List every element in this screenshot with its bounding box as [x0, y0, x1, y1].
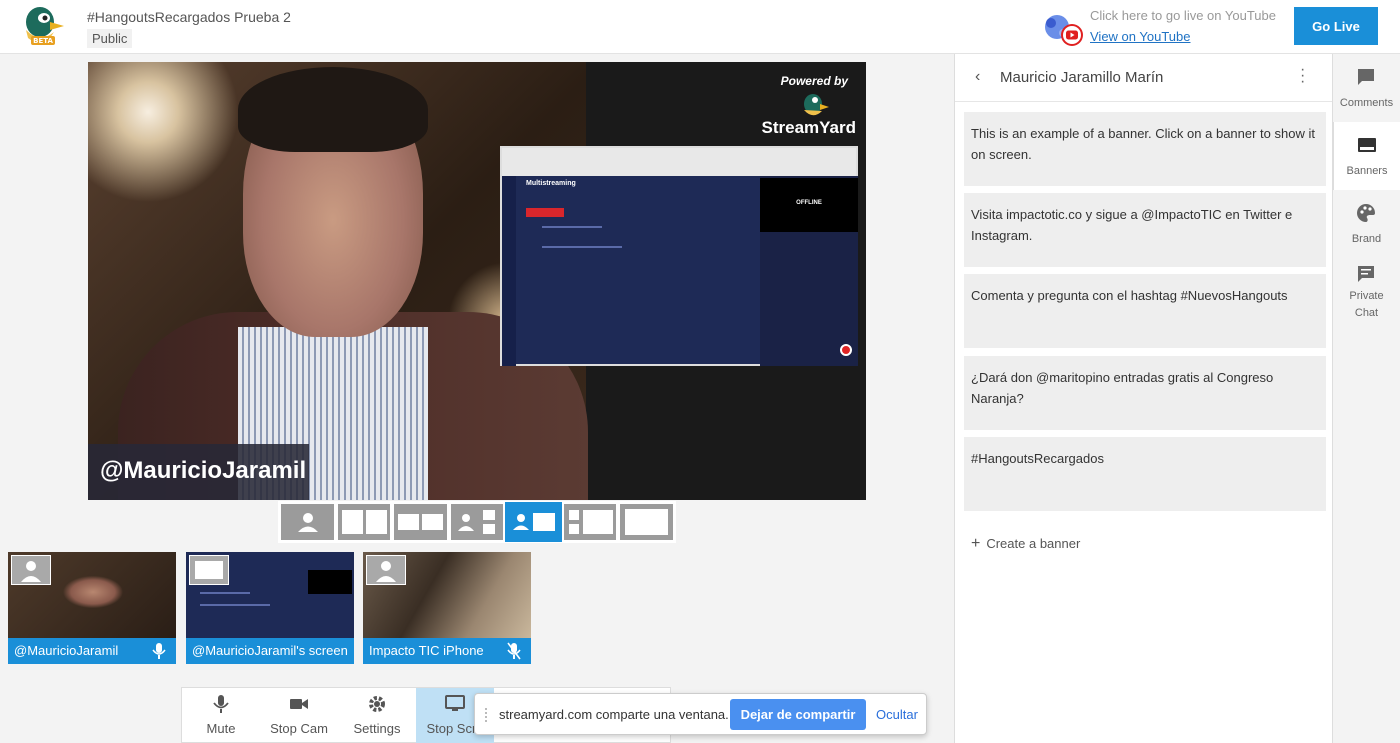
tab-comments-label: Comments [1339, 97, 1394, 109]
top-header: BETA #HangoutsRecargados Prueba 2 Public… [0, 0, 1400, 54]
banner-icon [1358, 138, 1376, 152]
mute-button[interactable]: Mute [182, 688, 260, 743]
gear-icon [369, 696, 385, 712]
layout-screen-stack[interactable] [563, 504, 617, 540]
layout-two-split[interactable] [337, 504, 391, 540]
mic-icon[interactable] [152, 642, 166, 660]
add-to-stream-icon[interactable] [366, 555, 406, 585]
tab-brand-label: Brand [1351, 233, 1382, 245]
plus-icon: + [971, 535, 981, 552]
layout-solo[interactable] [281, 504, 334, 540]
view-on-youtube-link[interactable]: View on YouTube [1090, 29, 1190, 44]
mic-off-icon[interactable] [507, 642, 521, 660]
add-to-stream-icon[interactable] [189, 555, 229, 585]
comment-icon [1358, 69, 1374, 85]
stop-cam-label: Stop Cam [270, 721, 328, 736]
banner-item[interactable]: This is an example of a banner. Click on… [964, 112, 1326, 186]
shared-red-button [526, 208, 564, 217]
drag-handle-icon[interactable] [485, 708, 490, 722]
layout-two-split-small[interactable] [394, 504, 447, 540]
go-live-button[interactable]: Go Live [1294, 7, 1378, 45]
stream-stage: Powered by StreamYard Multistreaming OFF… [88, 62, 866, 500]
name-overlay: @MauricioJaramil [88, 444, 309, 500]
tab-comments[interactable]: Comments [1333, 54, 1400, 122]
source-thumbnail-phone[interactable]: Impacto TIC iPhone [363, 552, 531, 664]
shared-offline-preview: OFFLINE [760, 178, 858, 232]
streamyard-brand-icon [804, 94, 829, 116]
beta-badge: BETA [33, 37, 53, 45]
go-live-hint: Click here to go live on YouTube [1090, 8, 1276, 23]
shared-stop-icon [840, 344, 852, 356]
settings-label: Settings [353, 721, 401, 736]
tab-brand[interactable]: Brand [1333, 190, 1400, 258]
palette-icon [1357, 204, 1375, 222]
stop-sharing-button[interactable]: Dejar de compartir [730, 699, 866, 730]
thumbnail-label: @MauricioJaramil [8, 638, 176, 664]
shared-screen: Multistreaming OFFLINE [500, 146, 858, 366]
layout-selector [278, 501, 676, 543]
banner-item[interactable]: Comenta y pregunta con el hashtag #Nuevo… [964, 274, 1326, 348]
person-icon [298, 513, 318, 532]
camera-icon [290, 699, 308, 709]
layout-screen-only[interactable] [620, 504, 674, 540]
thumbnail-label: Impacto TIC iPhone [363, 638, 531, 664]
tab-banners[interactable]: Banners [1333, 122, 1400, 190]
powered-by-label: Powered by [780, 74, 848, 88]
create-banner-button[interactable]: + Create a banner [971, 535, 1080, 553]
layout-picture-screen[interactable] [505, 502, 562, 542]
back-chevron-icon[interactable]: ‹ [975, 68, 980, 86]
shared-title: Multistreaming [526, 180, 576, 187]
banner-item[interactable]: Visita impactotic.co y sigue a @ImpactoT… [964, 193, 1326, 267]
thumbnail-label: @MauricioJaramil's screen [186, 638, 354, 664]
hide-notice-link[interactable]: Ocultar [876, 707, 918, 722]
person-icon [513, 514, 530, 530]
shared-browser-bar [502, 148, 856, 176]
person-hair [238, 67, 428, 152]
side-tab-rail: Comments Banners Brand Private Chat [1333, 54, 1400, 743]
monitor-icon [445, 695, 465, 711]
source-thumbnail-screen[interactable]: @MauricioJaramil's screen [186, 552, 354, 664]
banners-panel: ‹ Mauricio Jaramillo Marín · · · This is a… [954, 54, 1333, 743]
mic-icon [213, 695, 229, 713]
share-notice-text: streamyard.com comparte una ventana. [499, 707, 729, 722]
create-banner-label: Create a banner [986, 536, 1081, 551]
tab-banners-label: Banners [1346, 165, 1388, 177]
banner-item[interactable]: ¿Dará don @maritopino entradas gratis al… [964, 356, 1326, 430]
youtube-destination-icon [1045, 15, 1083, 46]
shared-line [542, 246, 622, 248]
shared-sidebar [502, 176, 516, 366]
shared-line [542, 226, 602, 228]
screen-share-notice: streamyard.com comparte una ventana. Dej… [474, 693, 927, 735]
stop-cam-button[interactable]: Stop Cam [260, 688, 338, 743]
tab-private-chat-label: Private Chat [1349, 290, 1384, 319]
more-options-icon[interactable]: · · · [1300, 62, 1306, 90]
streamyard-brand-name: StreamYard [761, 118, 857, 137]
banner-item[interactable]: #HangoutsRecargados [964, 437, 1326, 511]
layout-sidebar-stack[interactable] [450, 504, 504, 540]
tab-private-chat[interactable]: Private Chat [1333, 258, 1400, 334]
visibility-badge: Public [87, 29, 133, 48]
person-icon [457, 514, 474, 531]
broadcast-title[interactable]: #HangoutsRecargados Prueba 2 [87, 9, 291, 25]
settings-button[interactable]: Settings [338, 688, 416, 743]
add-to-stream-icon[interactable] [11, 555, 51, 585]
streamyard-logo-icon[interactable]: BETA [20, 4, 66, 46]
panel-title: Mauricio Jaramillo Marín [1000, 69, 1164, 86]
mute-label: Mute [206, 721, 236, 736]
chat-icon [1358, 266, 1374, 282]
source-thumbnail-camera[interactable]: @MauricioJaramil [8, 552, 176, 664]
panel-header: ‹ Mauricio Jaramillo Marín · · · [955, 54, 1332, 102]
